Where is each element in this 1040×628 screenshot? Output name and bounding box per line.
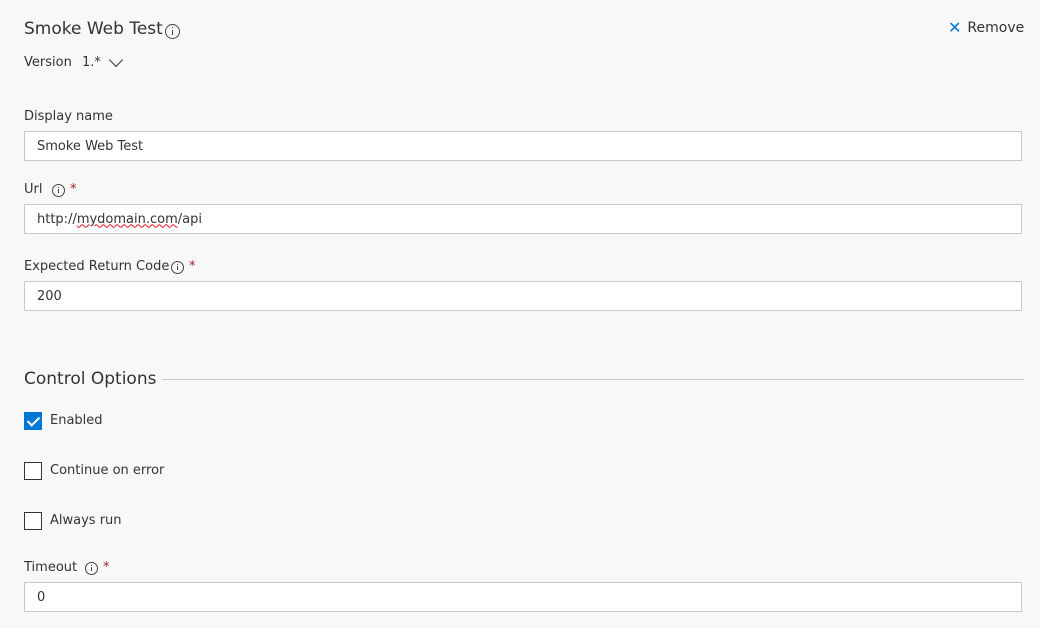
url-value-prefix: http:// bbox=[37, 211, 77, 227]
version-selector[interactable]: Version 1.* bbox=[24, 55, 101, 70]
url-info-icon[interactable] bbox=[52, 184, 65, 197]
expected-return-code-input[interactable]: 200 bbox=[24, 281, 1022, 311]
enabled-checkbox[interactable] bbox=[24, 412, 42, 430]
version-label: Version bbox=[24, 55, 72, 70]
url-label-text: Url bbox=[24, 182, 43, 197]
close-icon: ✕ bbox=[948, 18, 962, 37]
timeout-input[interactable]: 0 bbox=[24, 582, 1022, 612]
section-divider bbox=[162, 379, 1024, 380]
display-name-label: Display name bbox=[24, 109, 113, 124]
title-info-icon[interactable] bbox=[165, 24, 180, 39]
display-name-input[interactable]: Smoke Web Test bbox=[24, 131, 1022, 161]
always-run-checkbox[interactable] bbox=[24, 512, 42, 530]
expected-return-code-label: Expected Return Code bbox=[24, 259, 170, 274]
url-label: Url bbox=[24, 182, 42, 197]
expected-return-code-info-icon[interactable] bbox=[171, 261, 184, 274]
remove-label: Remove bbox=[967, 20, 1025, 36]
url-input[interactable]: http://mydomain.com/api bbox=[24, 204, 1022, 234]
timeout-label: Timeout bbox=[24, 560, 78, 575]
always-run-label: Always run bbox=[50, 513, 122, 528]
url-value-domain: mydomain.com bbox=[76, 211, 178, 227]
enabled-label: Enabled bbox=[50, 413, 103, 428]
control-options-heading: Control Options bbox=[24, 369, 157, 389]
url-value-suffix: /api bbox=[177, 211, 202, 227]
continue-on-error-checkbox[interactable] bbox=[24, 462, 42, 480]
remove-button[interactable]: ✕ Remove bbox=[948, 18, 1025, 37]
version-value: 1.* bbox=[81, 55, 101, 70]
expected-return-code-required-marker: * bbox=[189, 259, 196, 274]
task-title: Smoke Web Test bbox=[24, 19, 163, 39]
timeout-info-icon[interactable] bbox=[85, 562, 98, 575]
continue-on-error-label: Continue on error bbox=[50, 463, 165, 478]
url-required-marker: * bbox=[70, 182, 77, 197]
chevron-down-icon[interactable] bbox=[108, 52, 124, 68]
timeout-required-marker: * bbox=[103, 560, 110, 575]
